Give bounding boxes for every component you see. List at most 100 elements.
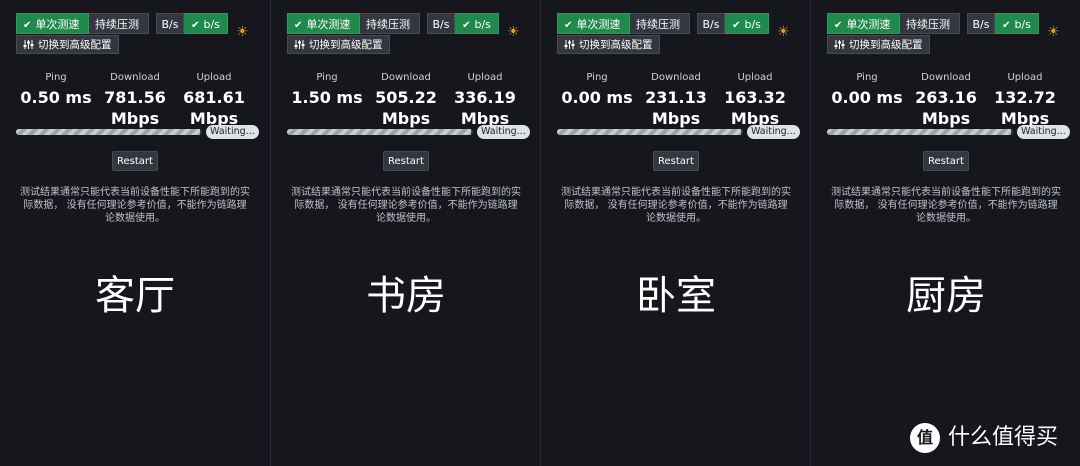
download-value: 231.13 Mbps — [636, 87, 716, 129]
disclaimer-text: 测试结果通常只能代表当前设备性能下所能跑到的实际数据， 没有任何理论参考价值，不… — [561, 187, 791, 224]
unit-bytes-label: B/s — [161, 18, 179, 31]
progress-bar — [557, 129, 743, 135]
check-icon: ✔ — [294, 20, 303, 31]
download-value: 263.16 Mbps — [906, 87, 986, 129]
test-mode-group: ✔ 单次测速 持续压测 — [827, 13, 960, 34]
single-test-button[interactable]: ✔ 单次测速 — [16, 13, 89, 34]
ping-value: 1.50 ms — [291, 88, 363, 107]
check-icon: ✔ — [834, 20, 843, 31]
advanced-config-button[interactable]: 切换到高级配置 — [557, 35, 660, 54]
upload-value: 132.72 Mbps — [985, 87, 1065, 129]
download-label: Download — [921, 72, 971, 83]
download-number: 781.56 — [104, 88, 166, 107]
ping-metric: Ping 0.00 ms — [557, 72, 637, 108]
download-metric: Download 781.56 Mbps — [95, 72, 175, 129]
unit-bits-button[interactable]: ✔ b/s — [184, 13, 228, 34]
sun-icon[interactable]: ☀ — [236, 25, 249, 39]
unit-group: B/s ✔ b/s — [967, 13, 1039, 34]
download-number: 231.13 — [645, 88, 707, 107]
upload-label: Upload — [467, 72, 503, 83]
download-value: 781.56 Mbps — [95, 87, 175, 129]
unit-bits-label: b/s — [203, 18, 220, 31]
ping-value: 0.50 ms — [20, 88, 92, 107]
test-mode-group: ✔ 单次测速 持续压测 — [557, 13, 690, 34]
speedtest-panel: ✔ 单次测速 持续压测 B/s ✔ b/s ☀ 切换到高级配置 Ping 1.50 … — [270, 0, 540, 466]
disclaimer-text: 测试结果通常只能代表当前设备性能下所能跑到的实际数据， 没有任何理论参考价值，不… — [831, 187, 1061, 224]
mode-toolbar: ✔ 单次测速 持续压测 B/s ✔ b/s — [287, 13, 506, 34]
upload-metric: Upload 336.19 Mbps — [445, 72, 525, 129]
download-value: 505.22 Mbps — [366, 87, 446, 129]
check-icon: ✔ — [1002, 20, 1011, 31]
single-test-button[interactable]: ✔ 单次测速 — [287, 13, 360, 34]
test-mode-group: ✔ 单次测速 持续压测 — [287, 13, 420, 34]
sun-icon[interactable]: ☀ — [1047, 25, 1060, 39]
ping-value: 0.00 ms — [831, 88, 903, 107]
continuous-test-button[interactable]: 持续压测 — [89, 13, 149, 34]
unit-bytes-button[interactable]: B/s — [967, 13, 995, 34]
unit-group: B/s ✔ b/s — [156, 13, 228, 34]
check-icon: ✔ — [732, 20, 741, 31]
unit-bits-button[interactable]: ✔ b/s — [995, 13, 1039, 34]
restart-button[interactable]: Restart — [923, 151, 969, 171]
progress-bar — [287, 129, 473, 135]
sun-icon[interactable]: ☀ — [507, 25, 520, 39]
unit-bytes-label: B/s — [972, 18, 990, 31]
upload-value: 681.61 Mbps — [174, 87, 254, 129]
restart-button[interactable]: Restart — [653, 151, 699, 171]
check-icon: ✔ — [564, 20, 573, 31]
restart-button[interactable]: Restart — [383, 151, 429, 171]
single-test-label: 单次测速 — [35, 18, 80, 31]
sliders-icon — [564, 40, 575, 49]
download-number: 505.22 — [375, 88, 437, 107]
unit-bytes-button[interactable]: B/s — [427, 13, 455, 34]
advanced-config-button[interactable]: 切换到高级配置 — [827, 35, 930, 54]
continuous-test-label: 持续压测 — [366, 18, 410, 31]
continuous-test-label: 持续压测 — [636, 18, 680, 31]
upload-label: Upload — [1007, 72, 1043, 83]
continuous-test-button[interactable]: 持续压测 — [900, 13, 960, 34]
sliders-icon — [294, 40, 305, 49]
mode-toolbar: ✔ 单次测速 持续压测 B/s ✔ b/s — [16, 13, 235, 34]
upload-metric: Upload 681.61 Mbps — [174, 72, 254, 129]
unit-bytes-label: B/s — [702, 18, 720, 31]
continuous-test-label: 持续压测 — [95, 18, 139, 31]
unit-bytes-button[interactable]: B/s — [156, 13, 184, 34]
room-label: 厨房 — [906, 273, 986, 319]
ping-metric: Ping 0.50 ms — [16, 72, 96, 108]
progress-fill — [16, 129, 201, 135]
unit-bits-button[interactable]: ✔ b/s — [455, 13, 499, 34]
unit-bytes-button[interactable]: B/s — [697, 13, 725, 34]
upload-number: 163.32 — [724, 88, 786, 107]
unit-group: B/s ✔ b/s — [697, 13, 769, 34]
brand-text: 什么值得买 — [948, 425, 1059, 450]
advanced-config-button[interactable]: 切换到高级配置 — [287, 35, 390, 54]
check-icon: ✔ — [191, 20, 200, 31]
progress-fill — [827, 129, 1012, 135]
ping-label: Ping — [586, 72, 608, 83]
unit-bits-label: b/s — [744, 18, 761, 31]
watermark: 值 什么值得买 — [910, 422, 1058, 454]
unit-bits-button[interactable]: ✔ b/s — [725, 13, 769, 34]
continuous-test-button[interactable]: 持续压测 — [630, 13, 690, 34]
single-test-button[interactable]: ✔ 单次测速 — [557, 13, 630, 34]
ping-metric: Ping 0.00 ms — [827, 72, 907, 108]
speedtest-panels: ✔ 单次测速 持续压测 B/s ✔ b/s ☀ 切换到高级配置 Ping 0.50 … — [0, 0, 1080, 466]
upload-label: Upload — [196, 72, 232, 83]
download-label: Download — [110, 72, 160, 83]
room-label: 书房 — [366, 273, 446, 319]
restart-button[interactable]: Restart — [112, 151, 158, 171]
sun-icon[interactable]: ☀ — [777, 25, 790, 39]
advanced-config-label: 切换到高级配置 — [38, 39, 112, 51]
advanced-config-button[interactable]: 切换到高级配置 — [16, 35, 119, 54]
unit-group: B/s ✔ b/s — [427, 13, 499, 34]
single-test-button[interactable]: ✔ 单次测速 — [827, 13, 900, 34]
continuous-test-button[interactable]: 持续压测 — [360, 13, 420, 34]
sliders-icon — [23, 40, 34, 49]
speedtest-panel: ✔ 单次测速 持续压测 B/s ✔ b/s ☀ 切换到高级配置 Ping 0.00 … — [810, 0, 1080, 466]
room-label: 客厅 — [95, 273, 175, 319]
single-test-label: 单次测速 — [306, 18, 351, 31]
sliders-icon — [834, 40, 845, 49]
download-metric: Download 505.22 Mbps — [366, 72, 446, 129]
upload-metric: Upload 163.32 Mbps — [715, 72, 795, 129]
speedtest-panel: ✔ 单次测速 持续压测 B/s ✔ b/s ☀ 切换到高级配置 Ping 0.00 … — [540, 0, 810, 466]
